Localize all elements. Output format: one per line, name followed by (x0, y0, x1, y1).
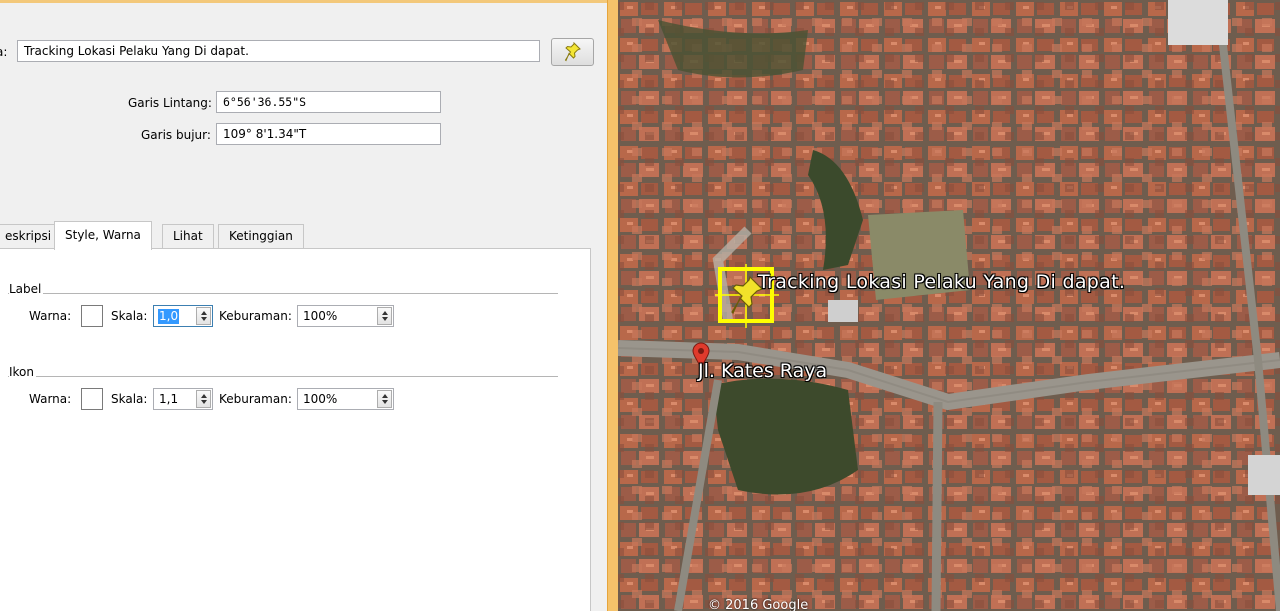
name-label: a: (0, 45, 8, 59)
icon-group-divider (8, 376, 558, 377)
icon-opacity-spin-arrows[interactable] (377, 390, 392, 408)
label-group-title: Label (9, 282, 44, 296)
icon-scale-value: 1,1 (159, 392, 179, 406)
icon-color-swatch[interactable] (81, 388, 103, 410)
label-scale-value: 1,0 (158, 309, 180, 324)
icon-group-title: Ikon (9, 365, 37, 379)
label-opacity-label: Keburaman: (219, 309, 292, 323)
label-opacity-stepper[interactable]: 100% (297, 305, 394, 327)
map-copyright: © 2016 Google (708, 598, 809, 611)
icon-scale-stepper[interactable]: 1,1 (153, 388, 213, 410)
latitude-field[interactable]: 6°56'36.55"S (216, 91, 441, 113)
label-group-divider (8, 293, 558, 294)
tab-description[interactable]: eskripsi (0, 224, 63, 249)
icon-color-label: Warna: (29, 392, 72, 406)
latitude-label: Garis Lintang: (128, 96, 212, 110)
label-color-label: Warna: (29, 309, 72, 323)
tab-view[interactable]: Lihat (162, 224, 214, 249)
road-map-label[interactable]: Jl. Kates Raya (698, 360, 827, 382)
name-field[interactable]: Tracking Lokasi Pelaku Yang Di dapat. (17, 40, 540, 62)
label-color-swatch[interactable] (81, 305, 103, 327)
longitude-label: Garis bujur: (141, 128, 211, 142)
icon-opacity-value: 100% (303, 392, 338, 406)
pushpin-icon (564, 42, 581, 62)
icon-opacity-label: Keburaman: (219, 392, 292, 406)
longitude-field[interactable]: 109° 8'1.34"T (216, 123, 441, 145)
icon-picker-button[interactable] (551, 38, 594, 66)
icon-scale-spin-arrows[interactable] (196, 390, 211, 408)
style-color-tab-panel (0, 248, 591, 611)
label-scale-stepper[interactable]: 1,0 (153, 305, 213, 327)
label-opacity-spin-arrows[interactable] (377, 307, 392, 325)
tab-altitude[interactable]: Ketinggian (218, 224, 304, 249)
placemark-properties-dialog: a: Tracking Lokasi Pelaku Yang Di dapat.… (0, 0, 618, 611)
label-opacity-value: 100% (303, 309, 338, 323)
dialog-frame-right (607, 0, 618, 611)
label-scale-label: Skala: (111, 309, 148, 323)
icon-opacity-stepper[interactable]: 100% (297, 388, 394, 410)
satellite-map-view[interactable]: Tracking Lokasi Pelaku Yang Di dapat. Jl… (618, 0, 1280, 611)
placemark-map-label[interactable]: Tracking Lokasi Pelaku Yang Di dapat. (758, 271, 1125, 293)
tab-style-color[interactable]: Style, Warna (54, 221, 152, 250)
icon-scale-label: Skala: (111, 392, 148, 406)
label-scale-spin-arrows[interactable] (196, 307, 211, 325)
dialog-frame-top (0, 0, 618, 3)
